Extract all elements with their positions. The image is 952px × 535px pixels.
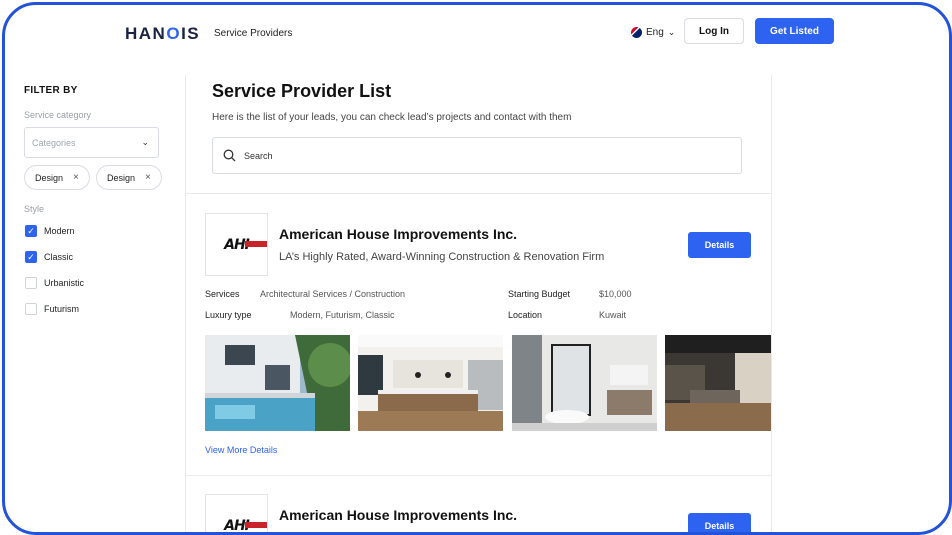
view-more-details-link[interactable]: View More Details xyxy=(205,445,277,455)
app-frame: HANOIS Service Providers Eng ⌄ Log In Ge… xyxy=(2,2,952,535)
filter-chip[interactable]: Design × xyxy=(96,165,162,190)
style-option-label: Futurism xyxy=(44,304,80,314)
divider xyxy=(186,193,771,194)
style-option-label: Modern xyxy=(44,226,75,236)
services-label: Services xyxy=(205,289,240,299)
divider xyxy=(186,475,771,476)
page-subtitle: Here is the list of your leads, you can … xyxy=(212,112,572,123)
project-photo[interactable] xyxy=(665,335,771,431)
checkbox[interactable] xyxy=(25,277,37,289)
uk-flag-icon xyxy=(631,27,642,38)
search-input[interactable]: Search xyxy=(212,137,742,174)
logo[interactable]: HANOIS xyxy=(125,24,200,44)
chevron-down-icon: ⌄ xyxy=(667,27,676,37)
location-label: Location xyxy=(508,310,543,320)
luxury-value: Modern, Futurism, Classic xyxy=(290,310,395,320)
check-icon[interactable]: ✓ xyxy=(25,225,37,237)
location-value: Kuwait xyxy=(599,310,627,320)
services-value: Architectural Services / Construction xyxy=(260,289,406,299)
nav-link-service-providers[interactable]: Service Providers xyxy=(214,28,292,39)
project-photo[interactable] xyxy=(205,335,350,431)
page-title: Service Provider List xyxy=(212,81,392,101)
filter-title: FILTER BY xyxy=(24,85,78,96)
close-icon[interactable]: × xyxy=(73,172,79,183)
ahi-logo: AHI xyxy=(224,518,267,532)
category-placeholder: Categories xyxy=(32,137,76,148)
style-option-label: Urbanistic xyxy=(44,278,85,288)
project-photo[interactable] xyxy=(512,335,657,431)
language-selector[interactable]: Eng ⌄ xyxy=(631,27,675,38)
checkbox[interactable] xyxy=(25,303,37,315)
check-icon[interactable]: ✓ xyxy=(25,251,37,263)
chevron-down-icon: ⌄ xyxy=(141,137,149,147)
style-option-classic[interactable]: ✓ Classic xyxy=(25,251,73,263)
filter-chip[interactable]: Design × xyxy=(24,165,90,190)
search-icon xyxy=(223,149,236,162)
style-option-modern[interactable]: ✓ Modern xyxy=(25,225,75,237)
style-option-futurism[interactable]: Futurism xyxy=(25,303,79,315)
budget-label: Starting Budget xyxy=(508,289,571,299)
style-label: Style xyxy=(24,204,45,214)
provider-logo: AHI xyxy=(205,494,268,532)
search-placeholder: Search xyxy=(244,150,273,161)
details-button[interactable]: Details xyxy=(688,513,751,532)
provider-tagline: LA’s Highly Rated, Award-Winning Constru… xyxy=(279,251,605,263)
style-option-urbanistic[interactable]: Urbanistic xyxy=(25,277,84,289)
provider-name[interactable]: American House Improvements Inc. xyxy=(279,507,517,523)
get-listed-button[interactable]: Get Listed xyxy=(755,18,834,44)
login-button[interactable]: Log In xyxy=(684,18,744,44)
close-icon[interactable]: × xyxy=(145,172,151,183)
category-label: Service category xyxy=(24,110,92,120)
ahi-logo: AHI xyxy=(224,237,267,253)
details-button[interactable]: Details xyxy=(688,232,751,258)
style-option-label: Classic xyxy=(44,252,74,262)
chip-label: Design xyxy=(35,172,64,183)
luxury-label: Luxury type xyxy=(205,310,252,320)
provider-name[interactable]: American House Improvements Inc. xyxy=(279,226,517,242)
language-label: Eng xyxy=(646,27,664,38)
project-photo[interactable] xyxy=(358,335,503,431)
category-select[interactable]: Categories ⌄ xyxy=(24,127,159,158)
budget-value: $10,000 xyxy=(599,289,632,299)
chip-label: Design xyxy=(107,172,136,183)
provider-logo: AHI xyxy=(205,213,268,276)
